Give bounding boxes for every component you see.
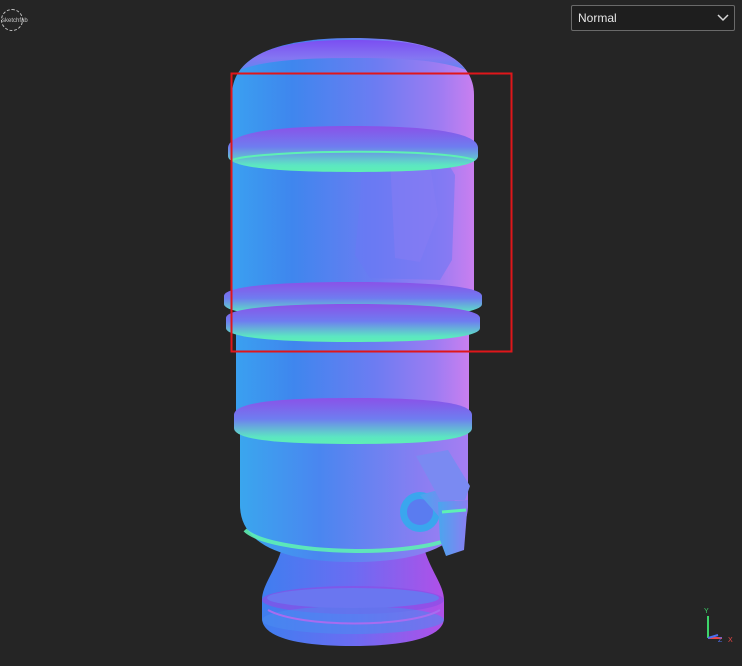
3d-viewport[interactable] <box>0 0 742 666</box>
chevron-down-icon <box>712 6 734 30</box>
axis-x-label: X <box>728 637 733 644</box>
render-mode-value: Normal <box>578 11 617 25</box>
logo-text: sketchfab <box>2 18 28 24</box>
sketchfab-logo[interactable]: sketchfab <box>1 9 28 31</box>
axis-z-label: Z <box>718 637 723 644</box>
top-ring <box>228 126 478 172</box>
render-mode-dropdown[interactable]: Normal <box>571 5 735 31</box>
middle-ring <box>234 398 472 444</box>
axis-gizmo: Y Z X <box>698 602 738 644</box>
axis-y-label: Y <box>704 608 709 615</box>
filter-base <box>262 548 444 646</box>
double-ring <box>224 282 482 342</box>
model-render[interactable] <box>0 0 742 666</box>
